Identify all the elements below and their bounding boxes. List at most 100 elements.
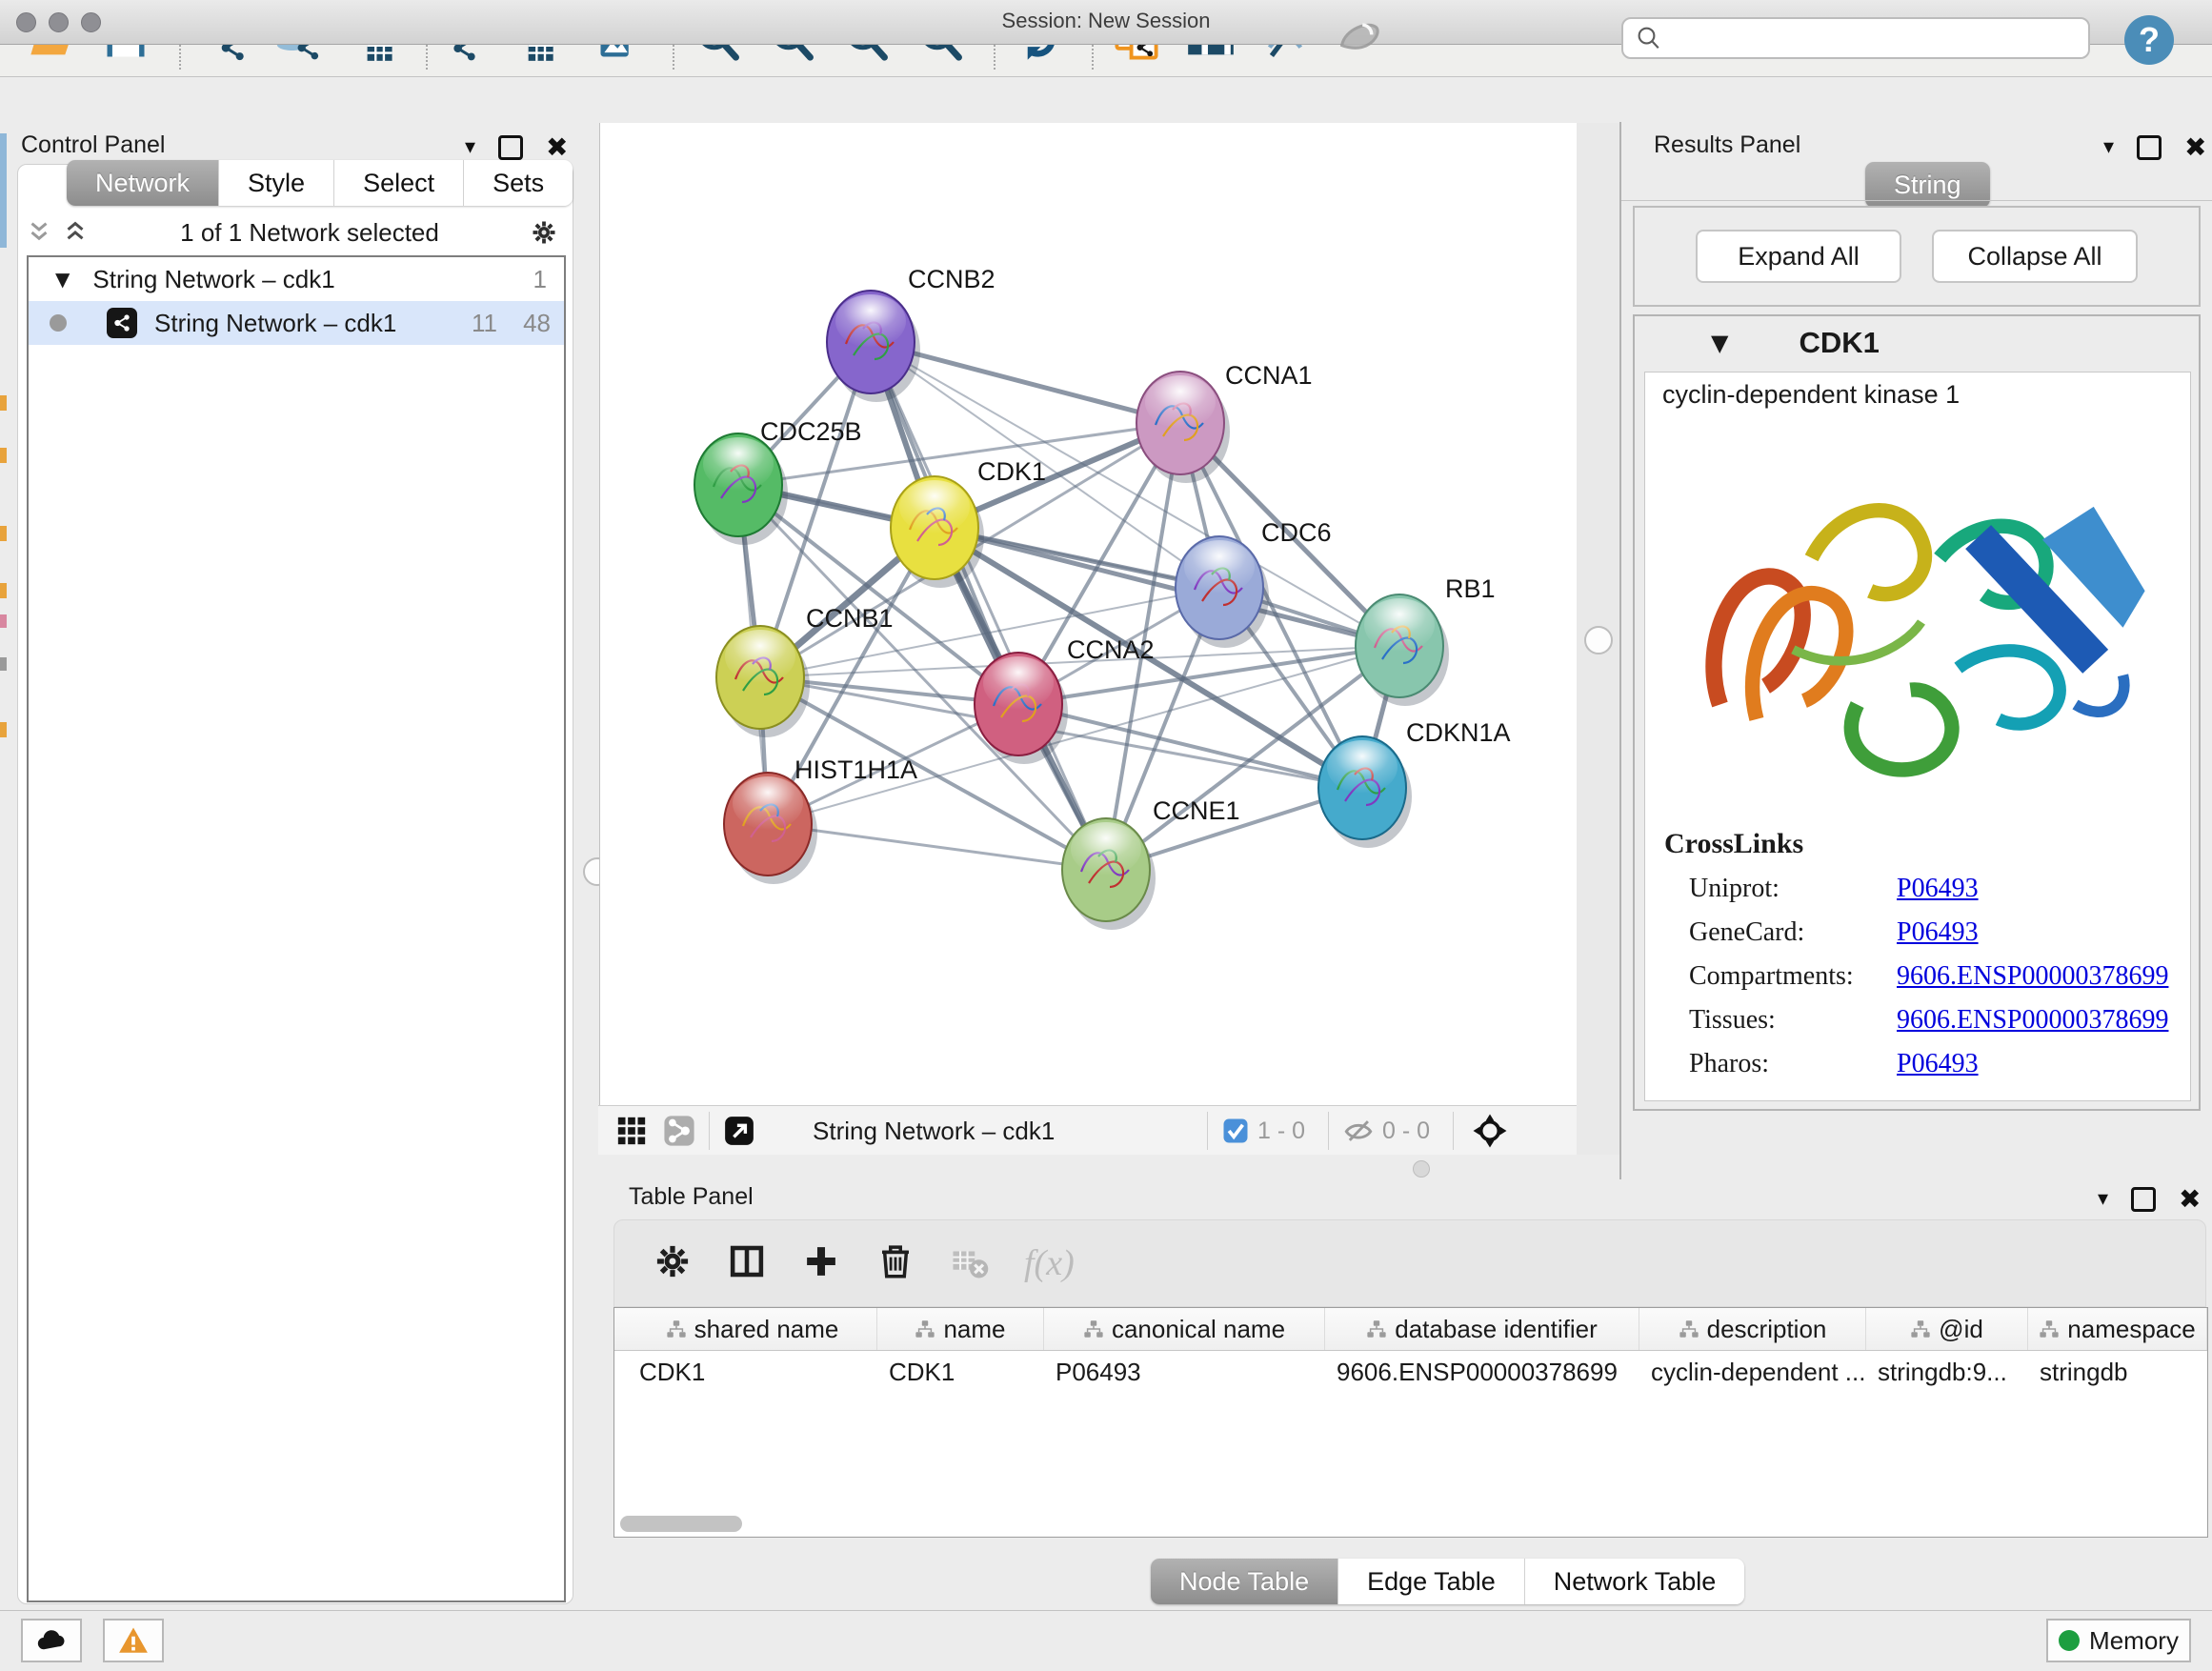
table-cell[interactable]: cyclin-dependent ... (1639, 1352, 1866, 1392)
network-options-gear-icon[interactable] (530, 218, 558, 247)
column-tree-icon (1083, 1319, 1104, 1339)
tab-network[interactable]: Network (67, 160, 219, 206)
string-network-icon (107, 308, 137, 338)
close-panel-icon[interactable]: ✖ (546, 131, 568, 163)
network-node-HIST1H1A[interactable] (724, 773, 817, 884)
crosslinks-title: CrossLinks (1664, 828, 2179, 860)
column-header-name[interactable]: name (877, 1308, 1044, 1350)
table-tab-network-table[interactable]: Network Table (1525, 1559, 1745, 1604)
crosslink-link[interactable]: 9606.ENSP00000378699 (1897, 1005, 2168, 1036)
delete-icon (875, 1241, 915, 1281)
column-label: @id (1939, 1315, 1983, 1344)
column-header-description[interactable]: description (1639, 1308, 1866, 1350)
expand-all-button[interactable]: Expand All (1696, 230, 1901, 283)
tab-sets[interactable]: Sets (464, 160, 573, 206)
memory-button[interactable]: Memory (2046, 1619, 2191, 1662)
search-input[interactable] (1671, 24, 2088, 52)
section-expander-icon[interactable]: ▼ (1711, 330, 1728, 356)
table-cell[interactable]: CDK1 (877, 1352, 1044, 1392)
table-cell[interactable]: 9606.ENSP00000378699 (1325, 1352, 1639, 1392)
hidden-eye-icon[interactable] (1342, 1115, 1375, 1147)
table-tab-edge-table[interactable]: Edge Table (1338, 1559, 1525, 1604)
grid-view-icon[interactable] (615, 1115, 648, 1147)
delete-button[interactable] (875, 1241, 915, 1286)
tab-style[interactable]: Style (219, 160, 334, 206)
network-node-CDC6[interactable] (1176, 536, 1269, 648)
delete-table-icon (950, 1241, 990, 1281)
horizontal-splitter-handle[interactable] (1413, 1160, 1430, 1178)
table-tab-node-table[interactable]: Node Table (1151, 1559, 1338, 1604)
crosslink-row: Uniprot:P06493 (1664, 874, 2179, 904)
network-node-CDK1[interactable] (891, 476, 984, 588)
control-panel-controls: ▾ ✖ (465, 131, 569, 163)
table-cell[interactable]: CDK1 (628, 1352, 877, 1392)
network-edge[interactable] (871, 342, 1106, 870)
table-toolbar: f(x) (613, 1219, 2206, 1307)
table-cell[interactable]: P06493 (1044, 1352, 1325, 1392)
network-node-CCNA1[interactable] (1136, 372, 1230, 483)
network-node-CCNE1[interactable] (1062, 818, 1156, 930)
crosslink-link[interactable]: P06493 (1897, 1049, 1979, 1079)
column-header-@id[interactable]: @id (1866, 1308, 2028, 1350)
panel-menu-icon[interactable]: ▾ (2098, 1187, 2108, 1211)
column-label: namespace (2067, 1315, 2195, 1344)
panel-menu-icon[interactable]: ▾ (465, 135, 475, 159)
protein-section-header[interactable]: ▼ CDK1 (1635, 316, 2199, 370)
help-button[interactable]: ? (2124, 15, 2174, 65)
column-header-namespace[interactable]: namespace (2028, 1308, 2207, 1350)
column-label: description (1707, 1315, 1827, 1344)
tree-expander-icon[interactable]: ▼ (55, 268, 70, 291)
results-panel-title: Results Panel (1654, 131, 1800, 159)
close-panel-icon[interactable]: ✖ (2184, 131, 2206, 163)
crosslink-row: GeneCard:P06493 (1664, 917, 2179, 948)
column-tree-icon (1366, 1319, 1387, 1339)
network-node-CCNB2[interactable] (827, 291, 920, 402)
collapse-all-icon[interactable] (25, 218, 53, 247)
crosslinks-section: CrossLinks Uniprot:P06493 GeneCard:P06493… (1664, 828, 2179, 1079)
network-share-icon[interactable] (663, 1115, 695, 1147)
panel-menu-icon[interactable]: ▾ (2103, 135, 2114, 159)
close-panel-icon[interactable]: ✖ (2179, 1183, 2201, 1215)
eye-button[interactable] (1333, 11, 1386, 65)
float-panel-icon[interactable] (2131, 1187, 2156, 1212)
network-edge[interactable] (768, 824, 1106, 870)
network-canvas[interactable]: CCNB2CCNA1CDC25BCDK1CDC6RB1CCNB1CCNA2CDK… (599, 123, 1578, 1105)
split-panel-button[interactable] (727, 1241, 767, 1286)
column-label: shared name (694, 1315, 839, 1344)
column-header-shared-name[interactable]: shared name (628, 1308, 877, 1350)
network-node-RB1[interactable] (1356, 594, 1449, 706)
selected-checkbox-icon[interactable] (1221, 1117, 1250, 1145)
birdseye-view-icon[interactable] (723, 1115, 755, 1147)
protein-description: cyclin-dependent kinase 1 (1662, 380, 1960, 410)
add-button[interactable] (801, 1241, 841, 1286)
network-row[interactable]: String Network – cdk1 11 48 (29, 301, 564, 345)
horizontal-scrollbar-thumb[interactable] (620, 1516, 742, 1532)
network-node-CDKN1A[interactable] (1318, 736, 1412, 848)
crosslink-link[interactable]: P06493 (1897, 874, 1979, 904)
column-header-database-identifier[interactable]: database identifier (1325, 1308, 1639, 1350)
tab-select[interactable]: Select (334, 160, 464, 206)
column-header-canonical-name[interactable]: canonical name (1044, 1308, 1325, 1350)
table-cell[interactable]: stringdb (2028, 1352, 2207, 1392)
crosslink-row: Compartments:9606.ENSP00000378699 (1664, 961, 2179, 992)
float-panel-icon[interactable] (498, 135, 523, 160)
node-label-RB1: RB1 (1445, 574, 1496, 603)
navigate-crosshair-icon[interactable] (1471, 1112, 1509, 1150)
crosslink-link[interactable]: P06493 (1897, 917, 1979, 948)
node-table: shared name namecanonical namedatabase id… (613, 1307, 2208, 1538)
warnings-button[interactable] (103, 1619, 164, 1662)
search-box[interactable] (1621, 17, 2090, 59)
float-panel-icon[interactable] (2137, 135, 2162, 160)
cloud-button[interactable] (21, 1619, 82, 1662)
right-splitter[interactable] (1577, 123, 1619, 1155)
expand-all-icon[interactable] (61, 218, 90, 247)
collapse-all-button[interactable]: Collapse All (1932, 230, 2138, 283)
control-panel-tabs: NetworkStyleSelectSets (67, 160, 573, 206)
network-collection-row[interactable]: ▼ String Network – cdk1 1 (29, 257, 564, 301)
network-node-CDC25B[interactable] (694, 433, 788, 545)
divider (709, 1112, 710, 1150)
crosslink-link[interactable]: 9606.ENSP00000378699 (1897, 961, 2168, 992)
settings-gear-button[interactable] (653, 1241, 693, 1286)
table-cell[interactable]: stringdb:9... (1866, 1352, 2028, 1392)
right-splitter-handle[interactable] (1584, 626, 1613, 654)
